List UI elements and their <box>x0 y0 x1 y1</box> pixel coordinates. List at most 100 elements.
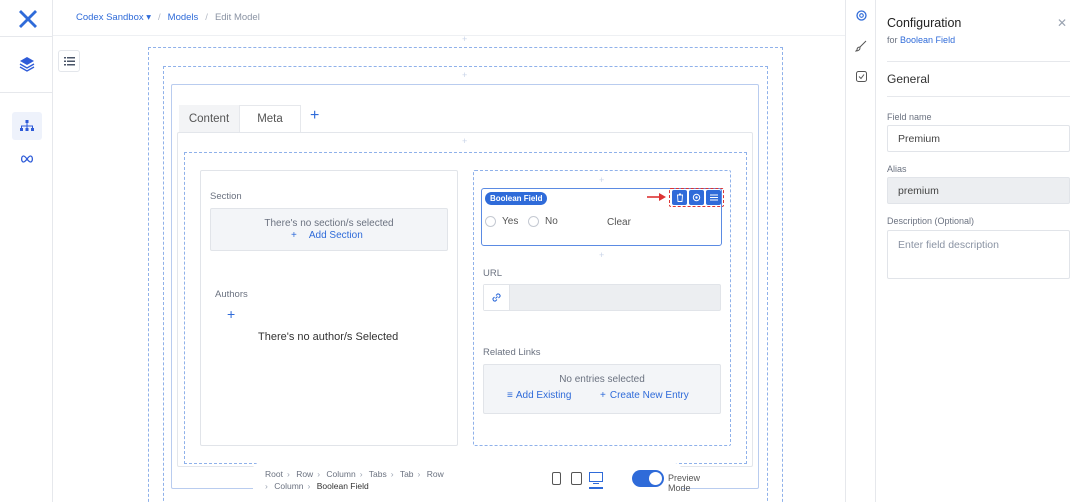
chevron-down-icon: ▾ <box>146 12 152 23</box>
chevron-right-icon: › <box>359 469 363 479</box>
trash-icon <box>676 193 683 202</box>
add-plus-icon[interactable]: + <box>462 136 467 146</box>
add-plus-icon[interactable]: + <box>462 70 467 80</box>
chevron-right-icon: › <box>307 481 311 491</box>
section-empty-box: There's no section/s selected + Add Secti… <box>210 208 448 251</box>
infinity-icon[interactable] <box>12 145 42 173</box>
alias-label: Alias <box>887 164 907 174</box>
section-label: Section <box>210 191 242 202</box>
breadcrumb-current: Edit Model <box>214 12 260 23</box>
tab-meta[interactable]: Meta <box>239 105 301 132</box>
config-field-link[interactable]: Boolean Field <box>900 35 955 45</box>
builder-canvas: + + Content Meta + + Section There's no … <box>53 36 845 502</box>
close-icon[interactable]: ✕ <box>1057 16 1067 30</box>
phone-icon <box>552 472 561 485</box>
path-item[interactable]: Root <box>265 469 283 479</box>
path-item[interactable]: Row <box>427 469 444 479</box>
create-new-entry-button[interactable]: + Create New Entry <box>600 390 689 401</box>
field-name-input[interactable]: Premium <box>887 125 1070 152</box>
settings-tab[interactable] <box>853 7 869 23</box>
add-plus-icon[interactable]: + <box>462 36 467 44</box>
tab-content[interactable]: Content <box>179 105 239 132</box>
bottom-toolbar: Root › Row › Column › Tabs › Tab › Row › Colu… <box>253 463 700 495</box>
radio-yes[interactable] <box>485 216 496 227</box>
configuration-panel: Configuration for Boolean Field ✕ Genera… <box>876 0 1080 502</box>
config-subtitle: for Boolean Field <box>887 35 956 45</box>
drag-handle[interactable] <box>706 190 721 205</box>
menu-icon <box>709 194 718 201</box>
monitor-icon <box>589 472 603 484</box>
gear-icon <box>692 193 701 202</box>
radio-no-label: No <box>545 216 558 227</box>
panel-rail <box>845 0 876 502</box>
chevron-right-icon: › <box>390 469 394 479</box>
logo-icon[interactable] <box>18 8 38 28</box>
style-tab[interactable] <box>853 38 869 54</box>
element-path-breadcrumb: Root › Row › Column › Tabs › Tab › Row › Colu… <box>265 468 480 492</box>
top-bar: Codex Sandbox ▾ / Models / Edit Model <box>53 0 845 36</box>
mobile-view-button[interactable] <box>552 472 561 488</box>
path-item[interactable]: Tab <box>400 469 414 479</box>
add-existing-button[interactable]: ≡ Add Existing <box>507 390 571 401</box>
list-add-icon: ≡ <box>507 390 513 401</box>
brush-icon <box>855 40 867 52</box>
add-plus-icon[interactable]: + <box>599 250 604 260</box>
add-author-button[interactable]: + <box>227 306 235 322</box>
add-tab-button[interactable]: + <box>310 107 319 125</box>
url-label: URL <box>483 268 503 279</box>
boolean-field-tag: Boolean Field <box>485 192 548 205</box>
validation-tab[interactable] <box>853 68 869 84</box>
gear-icon <box>855 9 867 21</box>
preview-mode-label: Preview Mode <box>668 473 701 493</box>
config-title: Configuration <box>887 16 962 30</box>
tablet-icon <box>571 472 582 485</box>
divider <box>887 96 1070 97</box>
divider <box>887 61 1070 62</box>
field-actions <box>669 188 724 207</box>
rail-divider <box>0 36 53 37</box>
chevron-right-icon: › <box>286 469 290 479</box>
clear-button[interactable]: Clear <box>607 217 631 228</box>
authors-label: Authors <box>215 289 248 300</box>
preview-mode-toggle[interactable] <box>632 470 664 487</box>
path-item[interactable]: Column <box>274 481 303 491</box>
url-input[interactable] <box>483 284 721 311</box>
breadcrumb-separator: / <box>158 12 161 23</box>
layers-icon[interactable] <box>12 50 42 78</box>
path-item[interactable]: Column <box>326 469 355 479</box>
check-square-icon <box>855 70 867 82</box>
radio-yes-label: Yes <box>502 216 519 227</box>
delete-button[interactable] <box>672 190 687 205</box>
authors-empty-text: There's no author/s Selected <box>258 331 399 343</box>
description-textarea[interactable]: Enter field description <box>887 230 1070 279</box>
description-label: Description (Optional) <box>887 216 975 226</box>
section-empty-text: There's no section/s selected <box>264 218 394 229</box>
plus-icon: + <box>291 230 297 241</box>
breadcrumb-workspace[interactable]: Codex Sandbox ▾ <box>76 12 151 23</box>
chevron-right-icon: › <box>317 469 321 479</box>
add-plus-icon[interactable]: + <box>599 175 604 185</box>
plus-icon: + <box>600 390 606 401</box>
tab-bar: Content Meta + <box>179 105 751 132</box>
link-icon <box>484 285 510 310</box>
arrow-right-icon <box>647 193 666 201</box>
breadcrumb-models[interactable]: Models <box>168 12 199 23</box>
hierarchy-icon[interactable] <box>12 112 42 140</box>
chevron-right-icon: › <box>265 481 268 491</box>
rail-divider <box>0 92 53 93</box>
add-section-button[interactable]: + Add Section <box>291 230 363 241</box>
related-empty-text: No entries selected <box>559 374 645 385</box>
alias-input: premium <box>887 177 1070 204</box>
path-item[interactable]: Tabs <box>369 469 387 479</box>
path-item[interactable]: Row <box>296 469 313 479</box>
list-icon <box>63 56 75 65</box>
list-toggle-button[interactable] <box>58 50 80 72</box>
radio-no[interactable] <box>528 216 539 227</box>
settings-button[interactable] <box>689 190 704 205</box>
general-section-title: General <box>887 72 930 86</box>
breadcrumb: Codex Sandbox ▾ / Models / Edit Model <box>76 12 260 23</box>
tablet-view-button[interactable] <box>571 472 582 488</box>
desktop-view-button[interactable] <box>589 472 603 489</box>
related-links-box: No entries selected ≡ Add Existing + Creat… <box>483 364 721 414</box>
breadcrumb-separator: / <box>205 12 208 23</box>
